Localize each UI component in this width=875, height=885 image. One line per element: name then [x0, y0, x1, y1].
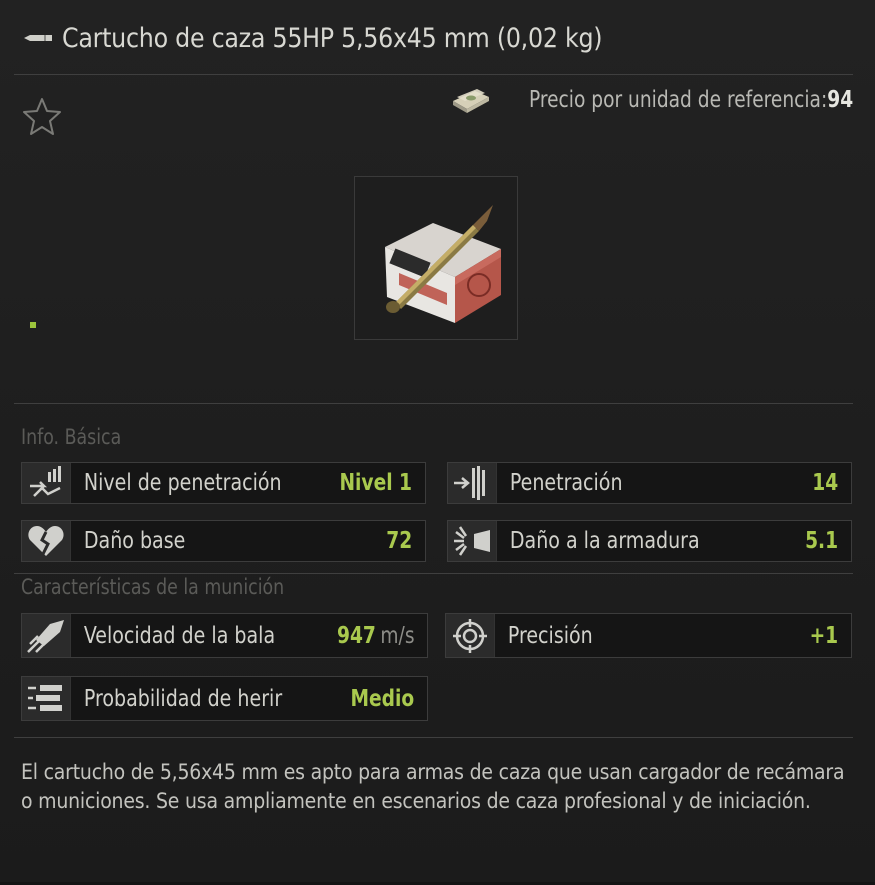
price-label: Precio por unidad de referencia: 94	[529, 87, 853, 113]
stat-value: 5.1	[805, 528, 839, 554]
status-indicator	[30, 322, 36, 328]
bullet-icon	[22, 31, 54, 45]
stat-label: Probabilidad de herir	[83, 685, 283, 712]
info-divider	[14, 403, 853, 404]
stat-label: Daño a la armadura	[509, 528, 700, 554]
price-row: Precio por unidad de referencia: 94	[449, 84, 853, 116]
description-divider	[14, 737, 853, 738]
stat-value: 947 m/s	[337, 623, 427, 649]
penetration-level-icon	[22, 463, 71, 503]
stat-injury-chance: Probabilidad de herir Medio	[21, 676, 428, 721]
broken-heart-icon	[22, 521, 71, 561]
stat-label: Nivel de penetración	[83, 470, 282, 496]
title-divider	[14, 74, 853, 75]
stat-armor-damage: Daño a la armadura 5.1	[447, 520, 852, 562]
item-description: El cartucho de 5,56x45 mm es apto para a…	[21, 760, 845, 813]
price-value: 94	[827, 87, 853, 113]
stat-label: Penetración	[509, 470, 623, 496]
ammo-box-bullet-icon	[385, 205, 501, 323]
item-title: Cartucho de caza 55HP 5,56x45 mm (0,02 k…	[62, 22, 603, 54]
stat-value: 72	[386, 528, 413, 554]
money-stack-icon	[449, 85, 491, 115]
item-image-frame	[354, 176, 518, 340]
stat-value: +1	[809, 622, 839, 649]
stat-value: Nivel 1	[339, 470, 413, 496]
stat-accuracy: Precisión +1	[445, 613, 852, 658]
stat-label: Precisión	[507, 622, 593, 649]
penetration-icon	[448, 463, 497, 503]
stat-value: 14	[812, 470, 839, 496]
stat-label: Velocidad de la bala	[83, 622, 276, 649]
stat-penetration-level: Nivel de penetración Nivel 1	[21, 462, 426, 504]
stat-bullet-velocity: Velocidad de la bala 947 m/s	[21, 613, 428, 658]
ammo-divider	[14, 573, 853, 574]
bullet-velocity-icon	[22, 614, 71, 657]
crosshair-icon	[446, 614, 495, 657]
section-basic-info: Info. Básica	[21, 425, 122, 449]
title-row: Cartucho de caza 55HP 5,56x45 mm (0,02 k…	[22, 18, 676, 58]
stat-value: Medio	[350, 685, 415, 712]
favorite-star-icon[interactable]	[21, 96, 63, 136]
armor-damage-icon	[448, 521, 497, 561]
price-label-text: Precio por unidad de referencia:	[528, 87, 828, 113]
stat-unit: m/s	[380, 622, 415, 649]
item-detail-panel: Cartucho de caza 55HP 5,56x45 mm (0,02 k…	[0, 0, 875, 885]
section-ammo-characteristics: Características de la munición	[21, 575, 285, 599]
stat-label: Daño base	[83, 528, 186, 554]
injury-chance-icon	[22, 677, 71, 720]
stat-penetration: Penetración 14	[447, 462, 852, 504]
stat-value-number: 947	[336, 622, 376, 649]
stat-base-damage: Daño base 72	[21, 520, 426, 562]
